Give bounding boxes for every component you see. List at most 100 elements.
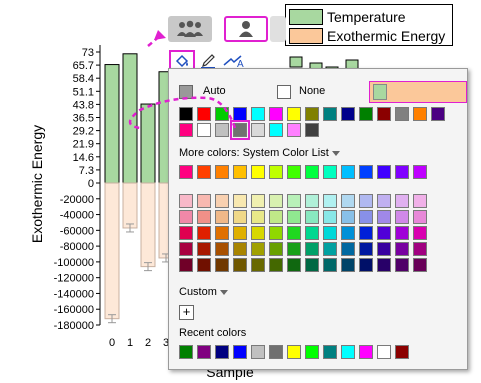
- shade-color-swatch[interactable]: [377, 242, 391, 256]
- system-color-swatch[interactable]: [305, 165, 319, 179]
- system-color-swatch[interactable]: [179, 165, 193, 179]
- basic-color-swatch[interactable]: [431, 107, 445, 121]
- shade-color-swatch[interactable]: [287, 194, 301, 208]
- system-color-swatch[interactable]: [395, 165, 409, 179]
- shade-color-swatch[interactable]: [215, 194, 229, 208]
- recent-color-swatch[interactable]: [269, 345, 283, 359]
- shade-color-swatch[interactable]: [251, 242, 265, 256]
- recent-color-swatch[interactable]: [359, 345, 373, 359]
- basic-color-swatch[interactable]: [230, 120, 250, 140]
- recent-color-swatch[interactable]: [215, 345, 229, 359]
- basic-color-swatch[interactable]: [377, 107, 391, 121]
- shade-color-swatch[interactable]: [233, 194, 247, 208]
- shade-color-swatch[interactable]: [305, 210, 319, 224]
- shade-color-swatch[interactable]: [251, 210, 265, 224]
- system-color-swatch[interactable]: [413, 165, 427, 179]
- add-custom-color-button[interactable]: +: [179, 305, 194, 320]
- basic-color-swatch[interactable]: [341, 107, 355, 121]
- shade-color-swatch[interactable]: [197, 210, 211, 224]
- system-color-swatch[interactable]: [269, 165, 283, 179]
- legend-item-exothermic-energy[interactable]: Exothermic Energy: [289, 27, 445, 45]
- more-colors-label[interactable]: More colors: System Color List: [179, 147, 340, 159]
- shade-color-swatch[interactable]: [215, 226, 229, 240]
- shade-color-swatch[interactable]: [305, 258, 319, 272]
- basic-color-swatch[interactable]: [215, 107, 229, 121]
- shade-color-swatch[interactable]: [395, 258, 409, 272]
- shade-color-swatch[interactable]: [269, 194, 283, 208]
- shade-color-swatch[interactable]: [215, 258, 229, 272]
- recent-color-swatch[interactable]: [251, 345, 265, 359]
- basic-color-swatch[interactable]: [287, 107, 301, 121]
- recent-color-swatch[interactable]: [305, 345, 319, 359]
- shade-color-swatch[interactable]: [359, 258, 373, 272]
- basic-color-swatch[interactable]: [179, 123, 193, 137]
- basic-color-swatch[interactable]: [197, 123, 211, 137]
- shade-color-swatch[interactable]: [269, 226, 283, 240]
- shade-color-swatch[interactable]: [323, 210, 337, 224]
- basic-color-swatch[interactable]: [233, 107, 247, 121]
- tab-more[interactable]: [270, 16, 286, 42]
- shade-color-swatch[interactable]: [197, 242, 211, 256]
- shade-color-swatch[interactable]: [377, 258, 391, 272]
- recent-color-swatch[interactable]: [323, 345, 337, 359]
- basic-color-swatch[interactable]: [395, 107, 409, 121]
- shade-color-swatch[interactable]: [179, 226, 193, 240]
- shade-color-swatch[interactable]: [359, 210, 373, 224]
- recent-color-swatch[interactable]: [197, 345, 211, 359]
- shade-color-swatch[interactable]: [197, 258, 211, 272]
- system-color-swatch[interactable]: [323, 165, 337, 179]
- system-color-swatch[interactable]: [197, 165, 211, 179]
- shade-color-swatch[interactable]: [377, 226, 391, 240]
- shade-color-swatch[interactable]: [395, 226, 409, 240]
- shade-color-swatch[interactable]: [269, 210, 283, 224]
- shade-color-swatch[interactable]: [287, 226, 301, 240]
- shade-color-swatch[interactable]: [377, 194, 391, 208]
- shade-color-swatch[interactable]: [233, 242, 247, 256]
- basic-color-swatch[interactable]: [305, 107, 319, 121]
- basic-color-swatch[interactable]: [215, 123, 229, 137]
- shade-color-swatch[interactable]: [233, 210, 247, 224]
- recent-color-swatch[interactable]: [233, 345, 247, 359]
- shade-color-swatch[interactable]: [179, 258, 193, 272]
- shade-color-swatch[interactable]: [395, 210, 409, 224]
- system-color-swatch[interactable]: [341, 165, 355, 179]
- system-color-swatch[interactable]: [359, 165, 373, 179]
- shade-color-swatch[interactable]: [269, 242, 283, 256]
- recent-color-swatch[interactable]: [395, 345, 409, 359]
- basic-color-swatch[interactable]: [359, 107, 373, 121]
- none-label[interactable]: None: [299, 85, 325, 97]
- system-color-swatch[interactable]: [251, 165, 265, 179]
- system-color-swatch[interactable]: [287, 165, 301, 179]
- shade-color-swatch[interactable]: [197, 194, 211, 208]
- legend-item-temperature[interactable]: Temperature: [289, 8, 406, 26]
- shade-color-swatch[interactable]: [413, 226, 427, 240]
- basic-color-swatch[interactable]: [179, 107, 193, 121]
- shade-color-swatch[interactable]: [287, 258, 301, 272]
- shade-color-swatch[interactable]: [269, 258, 283, 272]
- shade-color-swatch[interactable]: [179, 194, 193, 208]
- shade-color-swatch[interactable]: [305, 242, 319, 256]
- basic-color-swatch[interactable]: [251, 107, 265, 121]
- shade-color-swatch[interactable]: [323, 226, 337, 240]
- shade-color-swatch[interactable]: [413, 194, 427, 208]
- recent-color-swatch[interactable]: [341, 345, 355, 359]
- shade-color-swatch[interactable]: [377, 210, 391, 224]
- shade-color-swatch[interactable]: [395, 194, 409, 208]
- basic-color-swatch[interactable]: [413, 107, 427, 121]
- custom-label[interactable]: Custom: [179, 286, 228, 298]
- shade-color-swatch[interactable]: [179, 210, 193, 224]
- shade-color-swatch[interactable]: [395, 242, 409, 256]
- shade-color-swatch[interactable]: [233, 258, 247, 272]
- shade-color-swatch[interactable]: [323, 194, 337, 208]
- current-color-box[interactable]: [369, 81, 467, 103]
- shade-color-swatch[interactable]: [359, 194, 373, 208]
- shade-color-swatch[interactable]: [413, 242, 427, 256]
- tab-group[interactable]: [168, 16, 212, 42]
- shade-color-swatch[interactable]: [413, 210, 427, 224]
- shade-color-swatch[interactable]: [251, 258, 265, 272]
- recent-color-swatch[interactable]: [179, 345, 193, 359]
- shade-color-swatch[interactable]: [215, 210, 229, 224]
- shade-color-swatch[interactable]: [305, 194, 319, 208]
- shade-color-swatch[interactable]: [359, 242, 373, 256]
- system-color-swatch[interactable]: [377, 165, 391, 179]
